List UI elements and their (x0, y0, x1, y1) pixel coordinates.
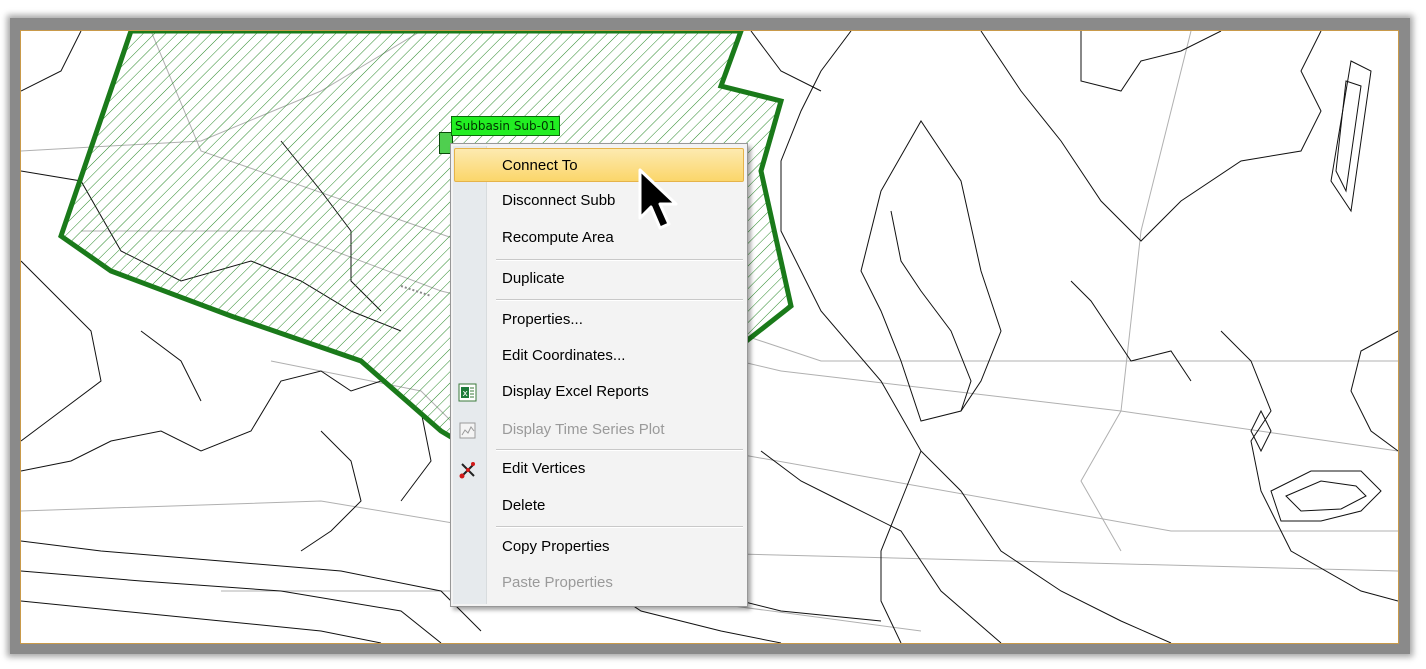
menu-item-recompute-area[interactable]: Recompute Area (454, 221, 744, 255)
menu-item-label: Properties... (502, 311, 583, 328)
svg-text:x: x (463, 389, 469, 399)
mouse-pointer-icon (638, 168, 682, 244)
menu-item-disconnect[interactable]: Disconnect Subb (454, 184, 744, 218)
menu-item-label: Edit Vertices (502, 460, 586, 477)
subbasin-label[interactable]: Subbasin Sub-01 (451, 116, 561, 136)
menu-item-label: Display Excel Reports (502, 383, 649, 400)
time-series-plot-icon (458, 420, 478, 440)
menu-item-properties[interactable]: Properties... (454, 303, 744, 337)
menu-item-label: Disconnect Subb (502, 192, 616, 209)
menu-item-edit-vertices[interactable]: Edit Vertices (454, 452, 744, 486)
context-menu: Connect To Disconnect Subb Recompute Are… (450, 143, 748, 607)
menu-item-label: Connect To (502, 157, 578, 174)
menu-item-edit-coordinates[interactable]: Edit Coordinates... (454, 339, 744, 373)
menu-item-label: Edit Coordinates... (502, 347, 626, 364)
menu-item-duplicate[interactable]: Duplicate (454, 262, 744, 296)
menu-item-delete[interactable]: Delete (454, 489, 744, 523)
menu-separator (496, 259, 743, 261)
menu-item-label: Duplicate (502, 270, 565, 287)
menu-item-label: Copy Properties (502, 538, 610, 555)
menu-separator (496, 449, 743, 451)
menu-item-display-excel-reports[interactable]: x Display Excel Reports (454, 375, 744, 409)
menu-item-label: Display Time Series Plot (502, 421, 665, 438)
menu-item-paste-properties[interactable]: Paste Properties (454, 566, 744, 600)
menu-item-label: Paste Properties (502, 574, 613, 591)
excel-icon: x (458, 382, 478, 402)
menu-item-connect-to[interactable]: Connect To (454, 148, 744, 182)
menu-separator (496, 526, 743, 528)
menu-item-label: Recompute Area (502, 229, 614, 246)
menu-item-copy-properties[interactable]: Copy Properties (454, 530, 744, 564)
menu-separator (496, 299, 743, 301)
menu-item-display-time-series-plot[interactable]: Display Time Series Plot (454, 413, 744, 447)
edit-vertices-icon (458, 459, 478, 479)
menu-item-label: Delete (502, 497, 546, 514)
